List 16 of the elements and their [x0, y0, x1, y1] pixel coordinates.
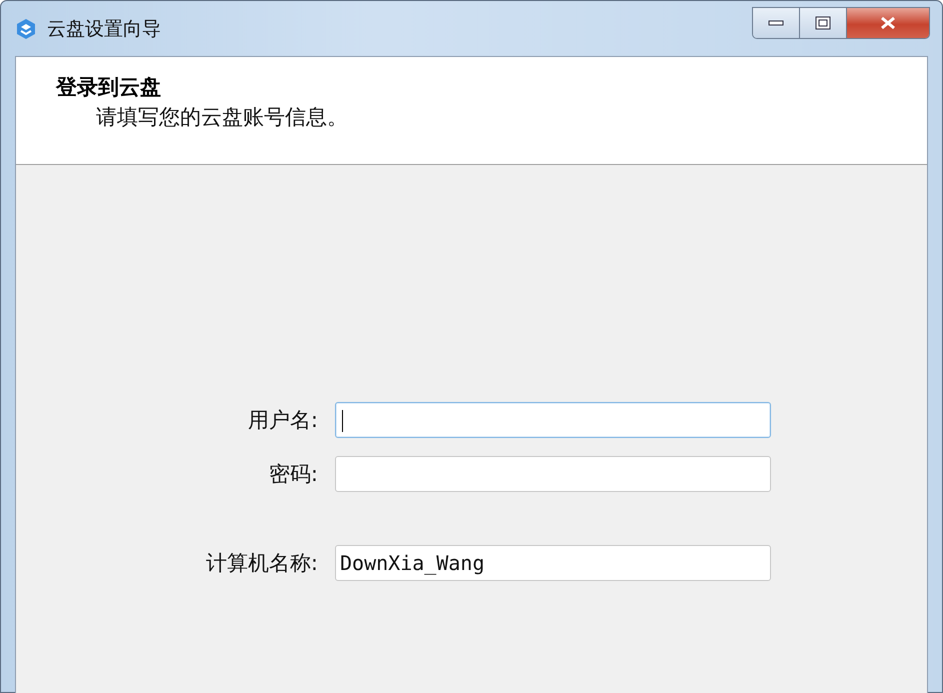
close-icon: [880, 16, 896, 30]
maximize-icon: [815, 16, 831, 30]
input-field[interactable]: [335, 456, 771, 492]
app-icon: [15, 18, 37, 40]
maximize-button[interactable]: [800, 8, 847, 38]
window-title: 云盘设置向导: [47, 16, 161, 42]
input-field[interactable]: DownXia_Wang: [335, 545, 771, 581]
minimize-icon: [768, 20, 784, 26]
field-label: 密码:: [268, 461, 318, 488]
close-button[interactable]: [847, 8, 929, 38]
field-label: 计算机名称:: [206, 550, 318, 577]
minimize-button[interactable]: [753, 8, 800, 38]
page-subtitle: 请填写您的云盘账号信息。: [96, 104, 349, 131]
field-label: 用户名:: [248, 407, 318, 434]
page-title: 登录到云盘: [56, 74, 162, 101]
input-field[interactable]: [335, 402, 771, 438]
